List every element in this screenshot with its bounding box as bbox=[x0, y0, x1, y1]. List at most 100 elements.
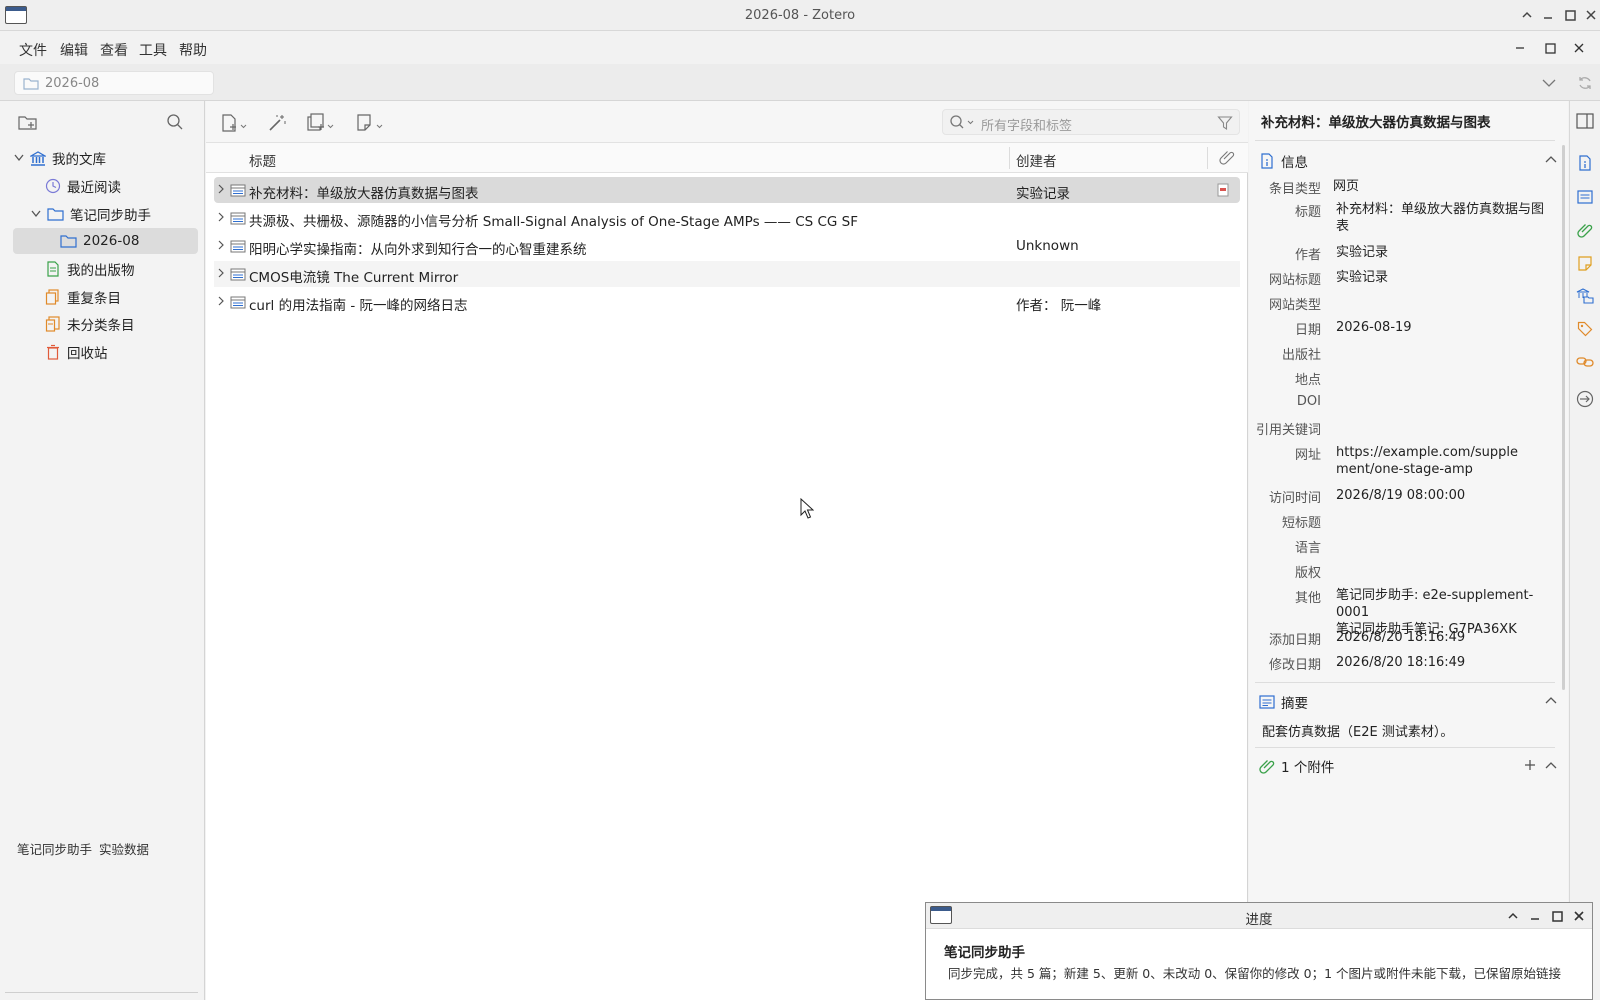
nav-libraries-collections-button[interactable] bbox=[1575, 286, 1595, 306]
item-title: curl 的用法指南 - 阮一峰的网络日志 bbox=[249, 298, 468, 314]
tree-duplicates[interactable]: 重复条目 bbox=[45, 284, 199, 310]
items-search-input[interactable]: 所有字段和标签 bbox=[942, 109, 1240, 135]
field-value-accessed[interactable]: 2026/8/19 08:00:00 bbox=[1336, 487, 1556, 504]
tag-experiment-data[interactable]: 实验数据 bbox=[99, 839, 149, 858]
tree-trash[interactable]: 回收站 bbox=[45, 339, 199, 365]
tab-library[interactable]: 2026-08 bbox=[14, 71, 214, 95]
locate-arrow-icon bbox=[1576, 390, 1594, 408]
column-title[interactable]: 标题 bbox=[249, 150, 276, 170]
window-close-button[interactable] bbox=[1584, 8, 1598, 22]
collection-search-button[interactable] bbox=[164, 111, 186, 133]
item-row[interactable]: 共源极、共栅极、源随器的小信号分析 Small-Signal Analysis … bbox=[214, 205, 1240, 231]
chevron-right-icon[interactable] bbox=[216, 295, 226, 307]
clock-icon bbox=[45, 178, 61, 194]
field-label: 网址 bbox=[1294, 448, 1321, 463]
tree-my-library[interactable]: 我的文库 bbox=[14, 145, 199, 171]
tree-unfiled[interactable]: 未分类条目 bbox=[45, 311, 199, 337]
dialog-maximize-button[interactable] bbox=[1550, 909, 1564, 923]
filter-icon[interactable] bbox=[1217, 115, 1233, 131]
tabs-dropdown-icon[interactable] bbox=[1540, 74, 1558, 92]
abstract-text[interactable]: 配套仿真数据（E2E 测试素材）。 bbox=[1262, 721, 1453, 740]
search-placeholder: 所有字段和标签 bbox=[981, 119, 1073, 134]
menu-help[interactable]: 帮助 bbox=[179, 40, 207, 60]
column-creator[interactable]: 创建者 bbox=[1016, 150, 1057, 170]
nav-tags-button[interactable] bbox=[1575, 319, 1595, 339]
field-value-date-modified: 2026/8/20 18:16:49 bbox=[1336, 655, 1466, 670]
window-shade-icon[interactable] bbox=[1520, 8, 1534, 22]
add-attachment-button[interactable] bbox=[304, 112, 340, 134]
dialog-close-button[interactable] bbox=[1572, 909, 1586, 923]
nav-info-button[interactable] bbox=[1575, 153, 1595, 173]
add-attachment-plus-button[interactable] bbox=[1522, 757, 1538, 773]
nav-notes-button[interactable] bbox=[1575, 253, 1595, 273]
nav-attachments-button[interactable] bbox=[1575, 220, 1595, 240]
tab-bar: 2026-08 bbox=[0, 64, 1600, 101]
field-value-author[interactable]: 实验记录 bbox=[1336, 244, 1556, 261]
field-label: 网站类型 bbox=[1268, 298, 1321, 313]
attachment-column-icon[interactable] bbox=[1219, 149, 1235, 165]
window-minimize-button[interactable] bbox=[1541, 8, 1555, 22]
abstract-section-header[interactable]: 摘要 bbox=[1259, 692, 1308, 712]
info-section-header[interactable]: 信息 bbox=[1259, 151, 1308, 171]
menu-bar: 文件 编辑 查看 工具 帮助 bbox=[0, 32, 1600, 64]
tree-note-sync-helper[interactable]: 笔记同步助手 bbox=[31, 201, 199, 227]
field-label: 短标题 bbox=[1281, 516, 1321, 531]
field-value-item-type[interactable]: 网页 bbox=[1333, 178, 1553, 195]
field-value-website-title[interactable]: 实验记录 bbox=[1336, 269, 1556, 286]
tree-recently-read[interactable]: 最近阅读 bbox=[45, 173, 199, 199]
attachments-section-header[interactable]: 1 个附件 bbox=[1259, 756, 1334, 776]
menu-view[interactable]: 查看 bbox=[100, 40, 128, 60]
chevron-right-icon[interactable] bbox=[216, 239, 226, 251]
unfiled-icon bbox=[45, 316, 60, 332]
nav-locate-button[interactable] bbox=[1575, 389, 1595, 409]
add-by-identifier-button[interactable] bbox=[265, 112, 289, 134]
column-separator[interactable] bbox=[1009, 147, 1010, 169]
tree-label: 2026-08 bbox=[83, 233, 140, 249]
tab-label: 2026-08 bbox=[45, 75, 100, 91]
field-value-title[interactable]: 补充材料：单级放大器仿真数据与图表 bbox=[1336, 201, 1556, 235]
new-note-button[interactable] bbox=[353, 112, 389, 134]
menu-file[interactable]: 文件 bbox=[19, 40, 47, 60]
menu-edit[interactable]: 编辑 bbox=[60, 40, 88, 60]
nav-related-button[interactable] bbox=[1575, 352, 1595, 372]
pdf-attachment-icon[interactable] bbox=[1216, 183, 1230, 197]
new-collection-button[interactable] bbox=[16, 111, 40, 133]
sync-icon[interactable] bbox=[1575, 73, 1595, 93]
collapse-info-icon[interactable] bbox=[1545, 155, 1557, 163]
field-label: 版权 bbox=[1294, 566, 1321, 581]
collapse-attachments-icon[interactable] bbox=[1545, 761, 1557, 769]
collapse-abstract-icon[interactable] bbox=[1545, 696, 1557, 704]
inner-minimize-button[interactable] bbox=[1512, 40, 1528, 56]
abstract-icon bbox=[1577, 190, 1593, 204]
window-maximize-button[interactable] bbox=[1563, 8, 1577, 22]
item-row[interactable]: curl 的用法指南 - 阮一峰的网络日志 作者： 阮一峰 bbox=[214, 289, 1240, 315]
new-item-button[interactable] bbox=[217, 112, 253, 134]
field-value-date[interactable]: 2026-08-19 bbox=[1336, 319, 1556, 336]
chevron-right-icon[interactable] bbox=[216, 267, 226, 279]
item-pane-scrollbar[interactable] bbox=[1562, 145, 1565, 690]
column-separator[interactable] bbox=[1207, 147, 1208, 169]
field-label: 语言 bbox=[1294, 541, 1321, 556]
tree-label: 未分类条目 bbox=[67, 318, 135, 334]
dialog-shade-icon[interactable] bbox=[1506, 909, 1520, 923]
window-titlebar: 2026-08 - Zotero bbox=[0, 0, 1600, 31]
item-title: 共源极、共栅极、源随器的小信号分析 Small-Signal Analysis … bbox=[249, 214, 858, 230]
item-row[interactable]: 补充材料：单级放大器仿真数据与图表 实验记录 bbox=[214, 177, 1240, 203]
tree-2026-08[interactable]: 2026-08 bbox=[13, 228, 198, 254]
tree-my-publications[interactable]: 我的出版物 bbox=[45, 256, 199, 282]
nav-abstract-button[interactable] bbox=[1575, 187, 1595, 207]
item-row[interactable]: 阳明心学实操指南：从向外求到知行合一的心智重建系统 Unknown bbox=[214, 233, 1240, 259]
field-label: 日期 bbox=[1294, 323, 1321, 338]
chevron-right-icon[interactable] bbox=[216, 183, 226, 195]
duplicates-icon bbox=[45, 289, 59, 305]
info-section-label: 信息 bbox=[1281, 155, 1308, 171]
field-value-url[interactable]: https://example.com/supplement/one-stage… bbox=[1336, 444, 1521, 478]
tag-note-sync-helper[interactable]: 笔记同步助手 bbox=[17, 839, 92, 858]
inner-maximize-button[interactable] bbox=[1542, 40, 1558, 56]
dialog-minimize-button[interactable] bbox=[1528, 909, 1542, 923]
item-row[interactable]: CMOS电流镜 The Current Mirror bbox=[214, 261, 1240, 287]
inner-close-button[interactable] bbox=[1571, 40, 1587, 56]
menu-tools[interactable]: 工具 bbox=[139, 40, 167, 60]
toggle-pane-button[interactable] bbox=[1574, 110, 1596, 132]
chevron-right-icon[interactable] bbox=[216, 211, 226, 223]
